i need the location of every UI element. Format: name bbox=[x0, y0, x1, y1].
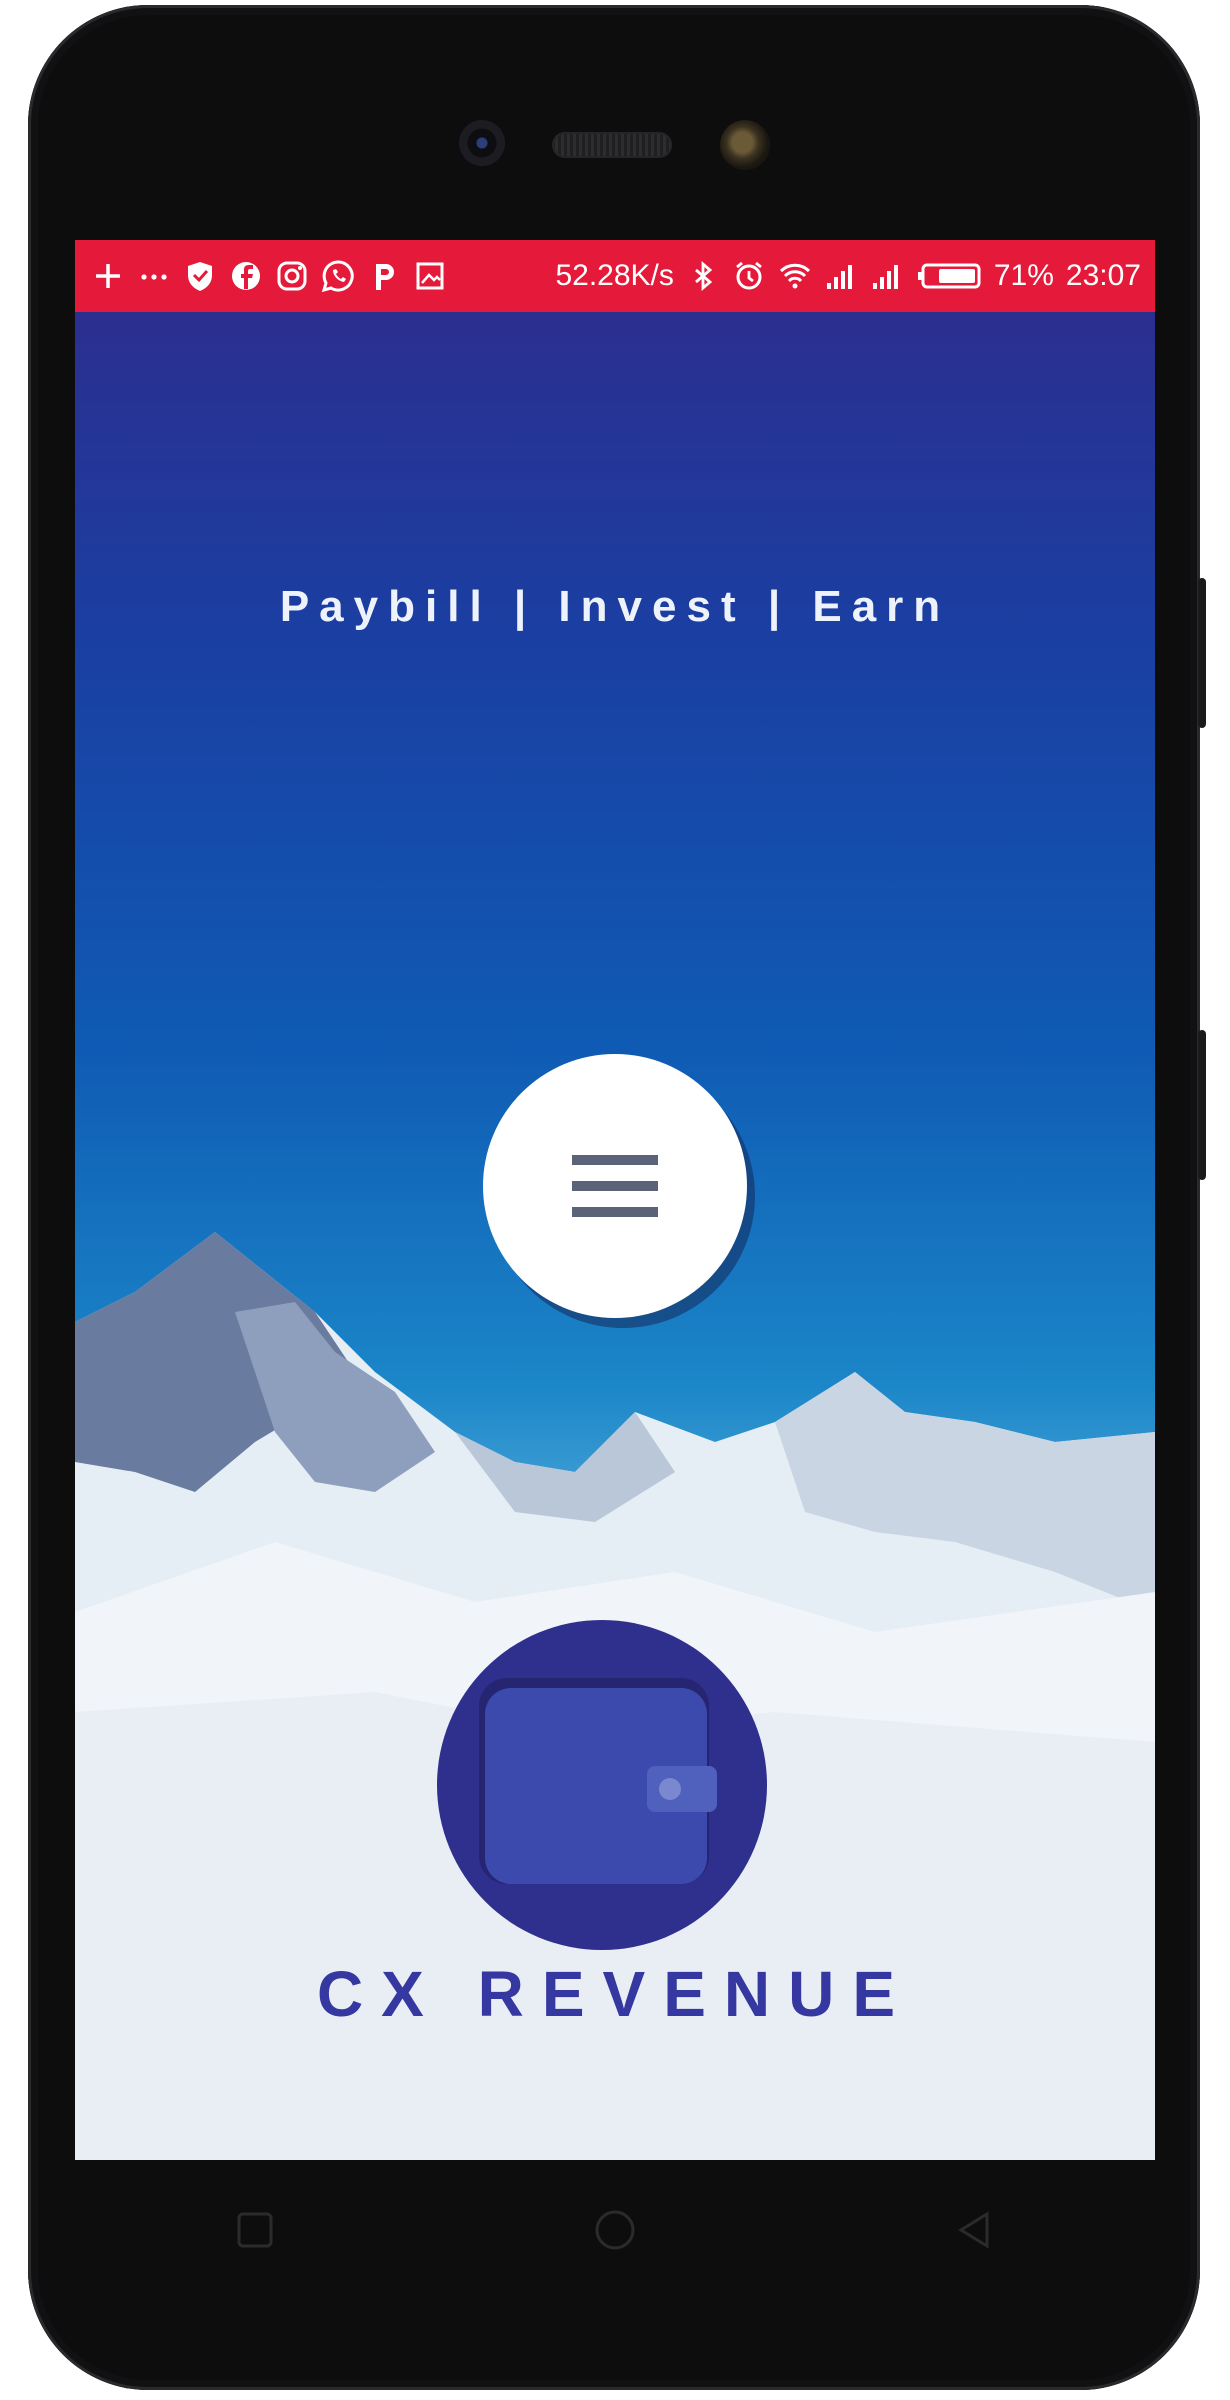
home-icon bbox=[595, 2210, 635, 2250]
status-bar: 52.28K/s 71% 23:07 bbox=[75, 240, 1155, 312]
front-camera bbox=[459, 120, 505, 166]
brand-name: CX REVENUE bbox=[316, 1958, 914, 2030]
notification-icons bbox=[91, 259, 447, 293]
network-speed: 52.28K/s bbox=[555, 259, 674, 292]
whatsapp-icon bbox=[321, 259, 355, 293]
wifi-icon bbox=[778, 259, 812, 293]
facebook-icon bbox=[229, 259, 263, 293]
hamburger-menu-icon bbox=[572, 1155, 658, 1217]
proximity-sensor bbox=[720, 120, 770, 170]
earpiece-speaker bbox=[552, 132, 672, 158]
back-icon bbox=[958, 2211, 989, 2249]
image-icon bbox=[413, 259, 447, 293]
p-icon bbox=[367, 259, 401, 293]
shield-icon bbox=[183, 259, 217, 293]
bluetooth-icon bbox=[686, 259, 720, 293]
alarm-icon bbox=[732, 259, 766, 293]
navigation-bar bbox=[75, 2160, 1155, 2300]
menu-button[interactable] bbox=[483, 1054, 747, 1318]
clock: 23:07 bbox=[1065, 259, 1141, 292]
instagram-icon bbox=[275, 259, 309, 293]
recent-apps-button[interactable] bbox=[225, 2200, 285, 2260]
plus-icon bbox=[91, 259, 125, 293]
tagline: Paybill | Invest | Earn bbox=[279, 582, 951, 631]
splash-screen: Paybill | Invest | Earn CX REVENUE bbox=[75, 312, 1155, 2160]
battery-icon bbox=[916, 259, 982, 293]
phone-screen: 52.28K/s 71% 23:07 Paybill | Invest | Ea… bbox=[75, 240, 1155, 2160]
recent-apps-icon bbox=[237, 2212, 273, 2248]
signal-icon bbox=[824, 259, 858, 293]
system-status: 52.28K/s 71% 23:07 bbox=[555, 259, 1141, 293]
battery-percent: 71% bbox=[993, 259, 1054, 292]
more-icon bbox=[137, 259, 171, 293]
wallet-icon bbox=[437, 1620, 767, 1950]
volume-button bbox=[1198, 578, 1206, 728]
power-button bbox=[1198, 1030, 1206, 1180]
back-button[interactable] bbox=[945, 2200, 1005, 2260]
signal-icon-2 bbox=[870, 259, 904, 293]
home-button[interactable] bbox=[585, 2200, 645, 2260]
